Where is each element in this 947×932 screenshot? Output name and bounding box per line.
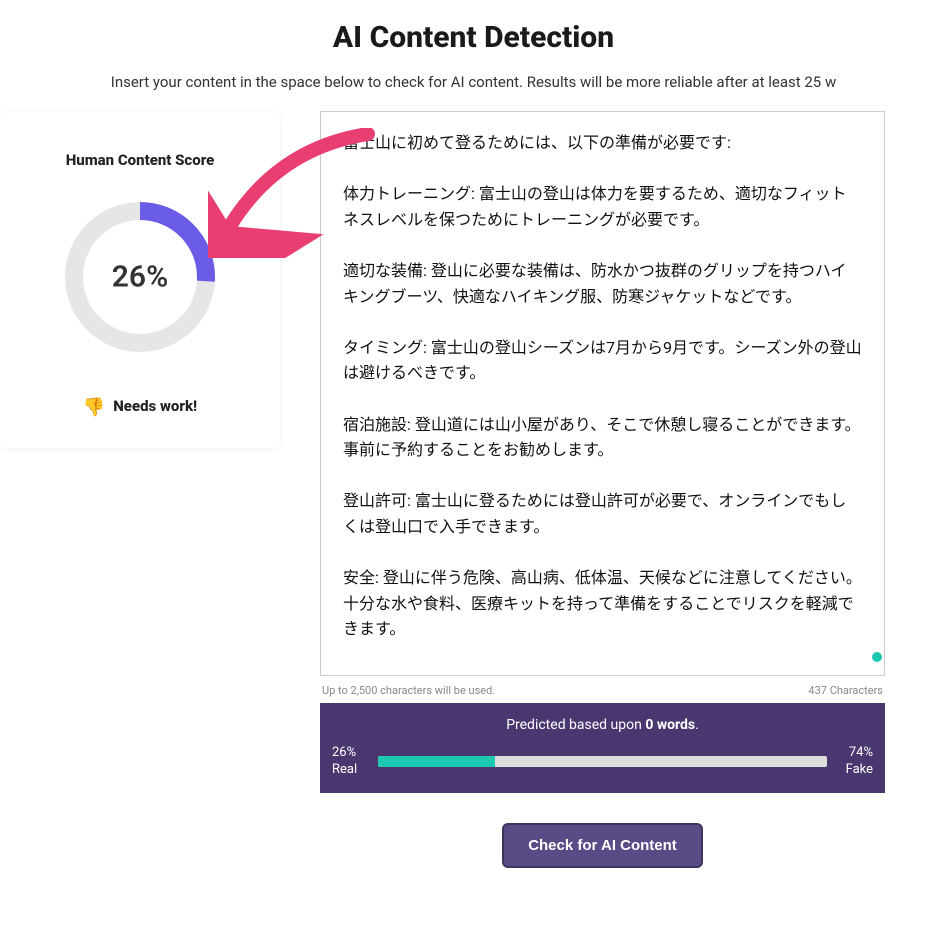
score-card-title: Human Content Score xyxy=(20,151,260,169)
content-textarea[interactable] xyxy=(320,111,885,676)
prediction-panel: Predicted based upon 0 words. 26% Real 7… xyxy=(320,703,885,793)
fake-label: 74% Fake xyxy=(837,745,873,779)
page-title: AI Content Detection xyxy=(0,20,947,55)
prediction-text: Predicted based upon 0 words. xyxy=(332,717,873,733)
prediction-bar-fill xyxy=(378,756,495,767)
check-ai-content-button[interactable]: Check for AI Content xyxy=(502,823,703,868)
thumbs-down-icon: 👎 xyxy=(83,397,105,418)
page-subtitle: Insert your content in the space below t… xyxy=(0,73,947,91)
real-label: 26% Real xyxy=(332,745,368,779)
score-card: Human Content Score 26% 👎 Needs work! xyxy=(0,111,280,448)
main-panel: Up to 2,500 characters will be used. 437… xyxy=(320,111,900,868)
verdict-text: Needs work! xyxy=(113,397,197,415)
char-count: 437 Characters xyxy=(808,684,883,697)
score-percent-text: 26% xyxy=(112,260,168,295)
limit-note: Up to 2,500 characters will be used. xyxy=(322,684,495,697)
score-donut-chart: 26% xyxy=(60,197,220,357)
prediction-bar xyxy=(378,756,827,767)
grammarly-indicator-icon xyxy=(872,652,882,662)
score-verdict: 👎 Needs work! xyxy=(20,397,260,418)
